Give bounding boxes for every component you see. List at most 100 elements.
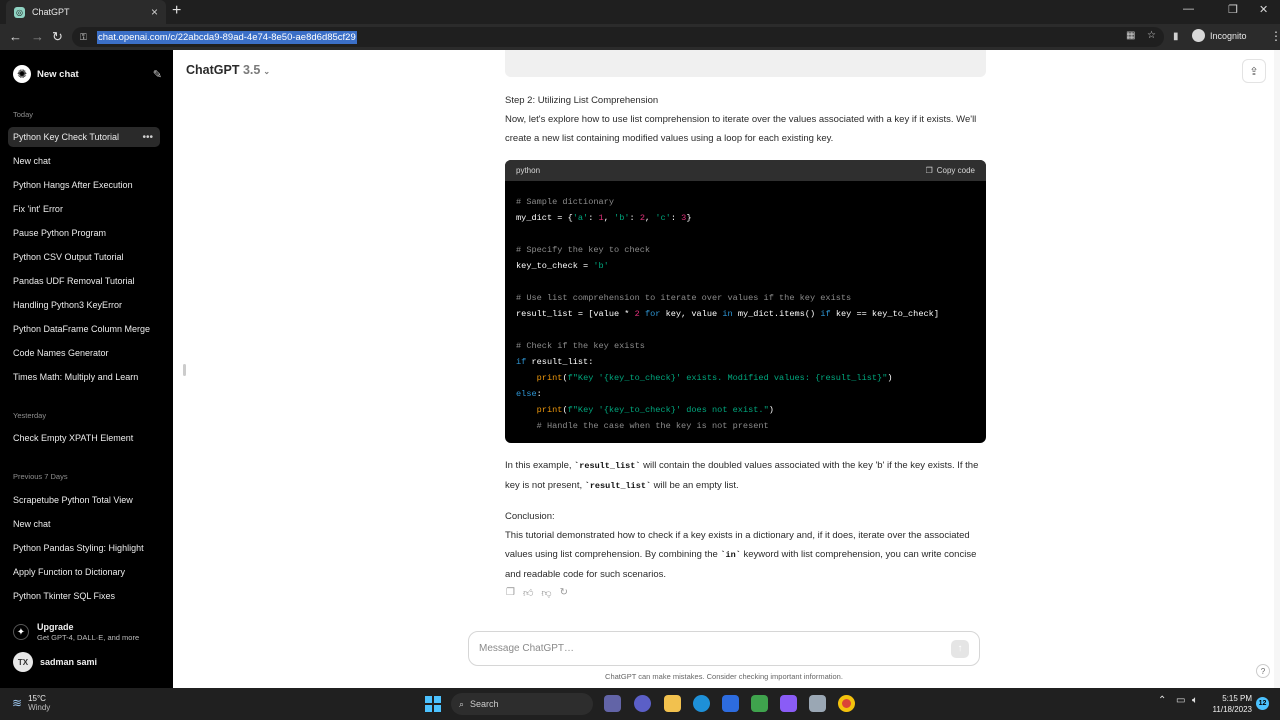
share-button[interactable]: ⇪	[1242, 59, 1266, 83]
copy-code-button[interactable]: ❐ Copy code	[926, 166, 975, 175]
new-tab-button[interactable]: +	[172, 2, 181, 20]
taskbar-clock[interactable]: 5:15 PM 11/18/2023	[1208, 693, 1252, 715]
minimize-window-button[interactable]: —	[1183, 3, 1194, 15]
thumbs-down-icon[interactable]: 👎︎	[541, 587, 551, 599]
sidebar-chat-item[interactable]: Pause Python Program	[8, 223, 160, 243]
new-chat-button[interactable]: ✺ New chat ✎	[8, 62, 162, 86]
user-name: sadman sami	[40, 657, 98, 667]
sidebar-chat-item[interactable]: Python Key Check Tutorial •••	[8, 127, 160, 147]
tab-title: ChatGPT	[32, 7, 70, 17]
page-scrollbar[interactable]	[1274, 50, 1280, 688]
sidebar-chat-item[interactable]: Python CSV Output Tutorial	[8, 247, 160, 267]
code-content[interactable]: # Sample dictionary my_dict = {'a': 1, '…	[505, 181, 986, 434]
incognito-indicator[interactable]: Incognito	[1192, 29, 1247, 42]
upgrade-plan-button[interactable]: ✦ Upgrade Get GPT-4, DALL·E, and more	[13, 622, 139, 642]
teams-icon[interactable]	[634, 695, 651, 712]
vpn-app-icon[interactable]	[780, 695, 797, 712]
address-bar[interactable]: ⚿ chat.openai.com/c/22abcda9-89ad-4e74-8…	[72, 27, 1164, 47]
sidebar-chat-item[interactable]: Pandas UDF Removal Tutorial	[8, 271, 160, 291]
sidebar-chat-item[interactable]: Scrapetube Python Total View	[8, 490, 160, 510]
model-name: ChatGPT	[186, 63, 240, 77]
sidebar-chat-item[interactable]: Check Empty XPATH Element	[8, 428, 160, 448]
step-paragraph: Now, let's explore how to use list compr…	[505, 114, 977, 144]
inline-code: `result_list`	[574, 461, 641, 471]
bookmark-star-icon[interactable]: ☆	[1147, 30, 1156, 41]
message-actions: ❐ 👍︎ 👎︎ ↻	[506, 587, 568, 599]
back-button[interactable]: ←	[9, 29, 22, 45]
address-bar-row: ← → ↻ ⚿ chat.openai.com/c/22abcda9-89ad-…	[0, 24, 1280, 50]
copy-icon[interactable]: ❐	[506, 587, 515, 599]
reload-button[interactable]: ↻	[52, 29, 63, 45]
regenerate-icon[interactable]: ↻	[560, 587, 568, 599]
side-panel-icon[interactable]: ▮	[1173, 31, 1179, 42]
sidebar-chat-item[interactable]: New chat	[8, 151, 160, 171]
site-info-icon[interactable]: ⚿	[80, 32, 91, 43]
sidebar-chat-item[interactable]: Python Hangs After Execution	[8, 175, 160, 195]
browser-menu-icon[interactable]: ⋮	[1270, 29, 1280, 43]
close-window-button[interactable]: ✕	[1259, 3, 1268, 16]
inline-code: `result_list`	[584, 481, 652, 491]
sidebar-chat-item[interactable]: Handling Python3 KeyError	[8, 295, 160, 315]
section-previous-7-days-label: Previous 7 Days	[13, 472, 68, 481]
conclusion-paragraph: This tutorial demonstrated how to check …	[505, 530, 977, 580]
clock-date: 11/18/2023	[1212, 705, 1252, 714]
help-button[interactable]: ?	[1256, 664, 1270, 678]
conclusion-heading: Conclusion:	[505, 511, 555, 522]
sidebar-chat-item[interactable]: Code Names Generator	[8, 343, 160, 363]
chat-options-icon[interactable]: •••	[142, 132, 153, 143]
chrome-icon[interactable]	[838, 695, 855, 712]
notepad-plus-icon[interactable]	[751, 695, 768, 712]
sidebar-collapse-handle[interactable]	[183, 364, 186, 376]
search-icon: ⌕	[459, 698, 465, 709]
chevron-up-icon[interactable]: ⌃	[1158, 695, 1166, 706]
browser-tab-strip: ◎ ChatGPT × + — ❐ ✕	[0, 0, 1280, 24]
sidebar-chat-item[interactable]: New chat	[8, 514, 160, 534]
taskbar: ≋ 15°C Windy ⌕ Search ⌃ ▭ 🔈︎ 5:15 PM 11/…	[0, 688, 1280, 720]
inline-code: `in`	[720, 550, 741, 560]
sparkle-icon: ✦	[13, 624, 29, 640]
volume-icon[interactable]: 🔈︎	[1192, 695, 1198, 706]
sidebar-chat-item[interactable]: Times Math: Multiply and Learn	[8, 367, 160, 387]
code-block: python ❐ Copy code # Sample dictionary my…	[505, 160, 986, 443]
upgrade-title: Upgrade	[37, 622, 74, 632]
chat-app-icon[interactable]	[604, 695, 621, 712]
model-selector[interactable]: ChatGPT 3.5 ⌄	[186, 63, 270, 77]
browser-tab[interactable]: ◎ ChatGPT ×	[6, 0, 166, 24]
thumbs-up-icon[interactable]: 👍︎	[523, 587, 533, 599]
send-button[interactable]: ↑	[951, 639, 969, 658]
disclaimer-text: ChatGPT can make mistakes. Consider chec…	[605, 672, 843, 681]
taskbar-search[interactable]: ⌕ Search	[451, 693, 593, 715]
windows-start-button[interactable]	[425, 696, 441, 712]
snipping-tool-icon[interactable]	[809, 695, 826, 712]
avatar: TX	[13, 652, 33, 672]
sidebar-chat-item[interactable]: Python Pandas Styling: Highlight	[8, 538, 160, 558]
edge-icon[interactable]	[693, 695, 710, 712]
qr-code-icon[interactable]: ▦	[1126, 30, 1135, 41]
weather-temperature: 15°C	[28, 694, 46, 703]
upgrade-subtitle: Get GPT-4, DALL·E, and more	[37, 633, 140, 642]
sidebar-chat-item[interactable]: Python Tkinter SQL Fixes	[8, 586, 160, 606]
taskbar-search-label: Search	[470, 699, 499, 709]
sidebar-chat-item[interactable]: Fix 'int' Error	[8, 199, 160, 219]
weather-condition: Windy	[28, 703, 51, 712]
network-icon[interactable]: ▭	[1176, 695, 1185, 706]
file-explorer-icon[interactable]	[664, 695, 681, 712]
compose-icon[interactable]: ✎	[153, 68, 162, 81]
model-version: 3.5	[242, 63, 261, 77]
forward-button[interactable]: →	[31, 29, 44, 45]
weather-widget[interactable]: ≋ 15°C Windy	[12, 694, 50, 712]
close-tab-icon[interactable]: ×	[151, 6, 158, 18]
notification-badge[interactable]: 12	[1256, 697, 1269, 710]
user-menu-button[interactable]: TX sadman sami	[13, 652, 97, 672]
sidebar-chat-item[interactable]: Python DataFrame Column Merge	[8, 319, 160, 339]
explanation-paragraph: In this example, `result_list` will cont…	[505, 460, 979, 491]
message-composer: ↑	[468, 631, 980, 666]
restore-window-button[interactable]: ❐	[1228, 3, 1238, 16]
store-icon[interactable]	[722, 695, 739, 712]
code-block-header: python ❐ Copy code	[505, 160, 986, 181]
message-input[interactable]	[479, 643, 951, 654]
incognito-icon	[1192, 29, 1205, 42]
sidebar-chat-item[interactable]: Apply Function to Dictionary	[8, 562, 160, 582]
new-chat-label: New chat	[37, 68, 79, 80]
url-text[interactable]: chat.openai.com/c/22abcda9-89ad-4e74-8e5…	[97, 30, 357, 44]
